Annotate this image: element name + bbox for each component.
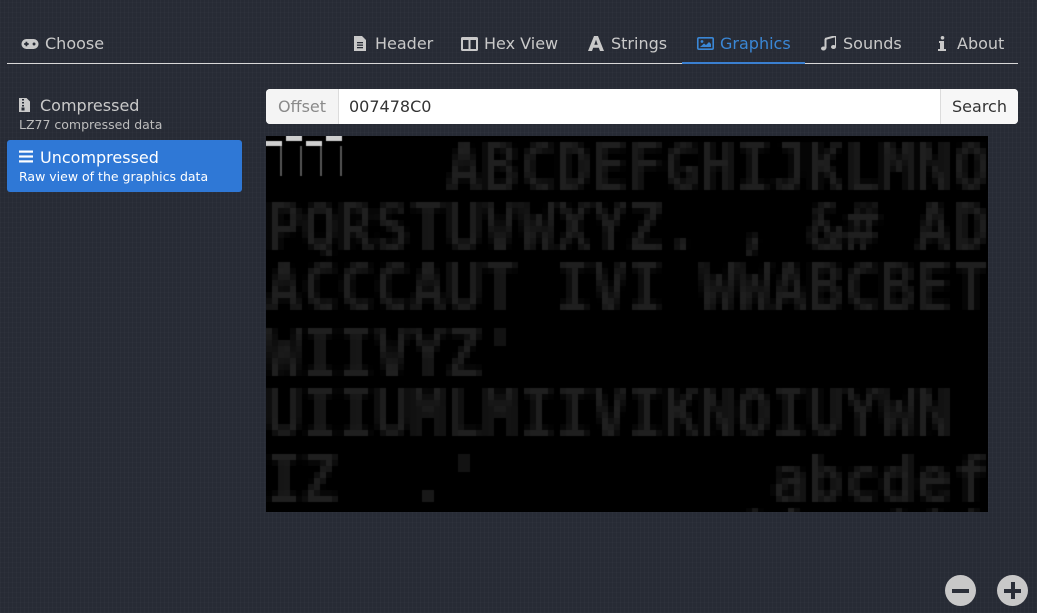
sidebar: Compressed LZ77 compressed data Uncompre… (7, 88, 242, 192)
nav-choose-label: Choose (45, 34, 105, 53)
tab-sounds[interactable]: Sounds (819, 24, 902, 63)
offset-search-group: Offset Search (266, 89, 1018, 124)
tab-graphics[interactable]: Graphics (682, 24, 805, 64)
sidebar-item-compressed-title: Compressed (40, 96, 140, 115)
sidebar-item-uncompressed[interactable]: Uncompressed Raw view of the graphics da… (7, 140, 242, 192)
plus-circle-icon (997, 575, 1028, 606)
gamepad-icon (21, 35, 39, 53)
graphics-canvas[interactable] (266, 136, 988, 512)
offset-label: Offset (266, 89, 339, 124)
sidebar-item-uncompressed-subtitle: Raw view of the graphics data (19, 169, 209, 184)
sidebar-item-uncompressed-title: Uncompressed (40, 148, 159, 167)
tab-strings-label: Strings (611, 34, 668, 53)
tab-about[interactable]: About (933, 24, 1004, 63)
minus-circle-icon (945, 575, 976, 606)
tab-header[interactable]: Header (351, 24, 433, 63)
tab-header-label: Header (375, 34, 434, 53)
sidebar-item-compressed[interactable]: Compressed LZ77 compressed data (7, 88, 242, 140)
tab-graphics-label: Graphics (720, 34, 791, 53)
top-navigation: Choose Header Hex View Strings Graphics … (7, 24, 1018, 64)
zoom-in-button[interactable] (997, 575, 1028, 606)
tab-about-label: About (957, 34, 1005, 53)
music-icon (819, 35, 837, 53)
tab-hex-view-label: Hex View (484, 34, 559, 53)
bars-icon (19, 150, 33, 166)
info-icon (933, 35, 951, 53)
image-icon (696, 35, 714, 53)
file-archive-icon (19, 98, 33, 114)
zoom-out-button[interactable] (945, 575, 976, 606)
tab-hex-view[interactable]: Hex View (460, 24, 558, 63)
tab-strings[interactable]: Strings (587, 24, 667, 63)
nav-choose[interactable]: Choose (21, 24, 104, 63)
search-button[interactable]: Search (940, 89, 1018, 124)
file-text-icon (351, 35, 369, 53)
columns-icon (460, 35, 478, 53)
sidebar-item-compressed-subtitle: LZ77 compressed data (19, 117, 163, 132)
graphics-viewer[interactable] (266, 136, 988, 512)
tab-sounds-label: Sounds (843, 34, 902, 53)
offset-input[interactable] (339, 89, 940, 124)
font-icon (587, 35, 605, 53)
